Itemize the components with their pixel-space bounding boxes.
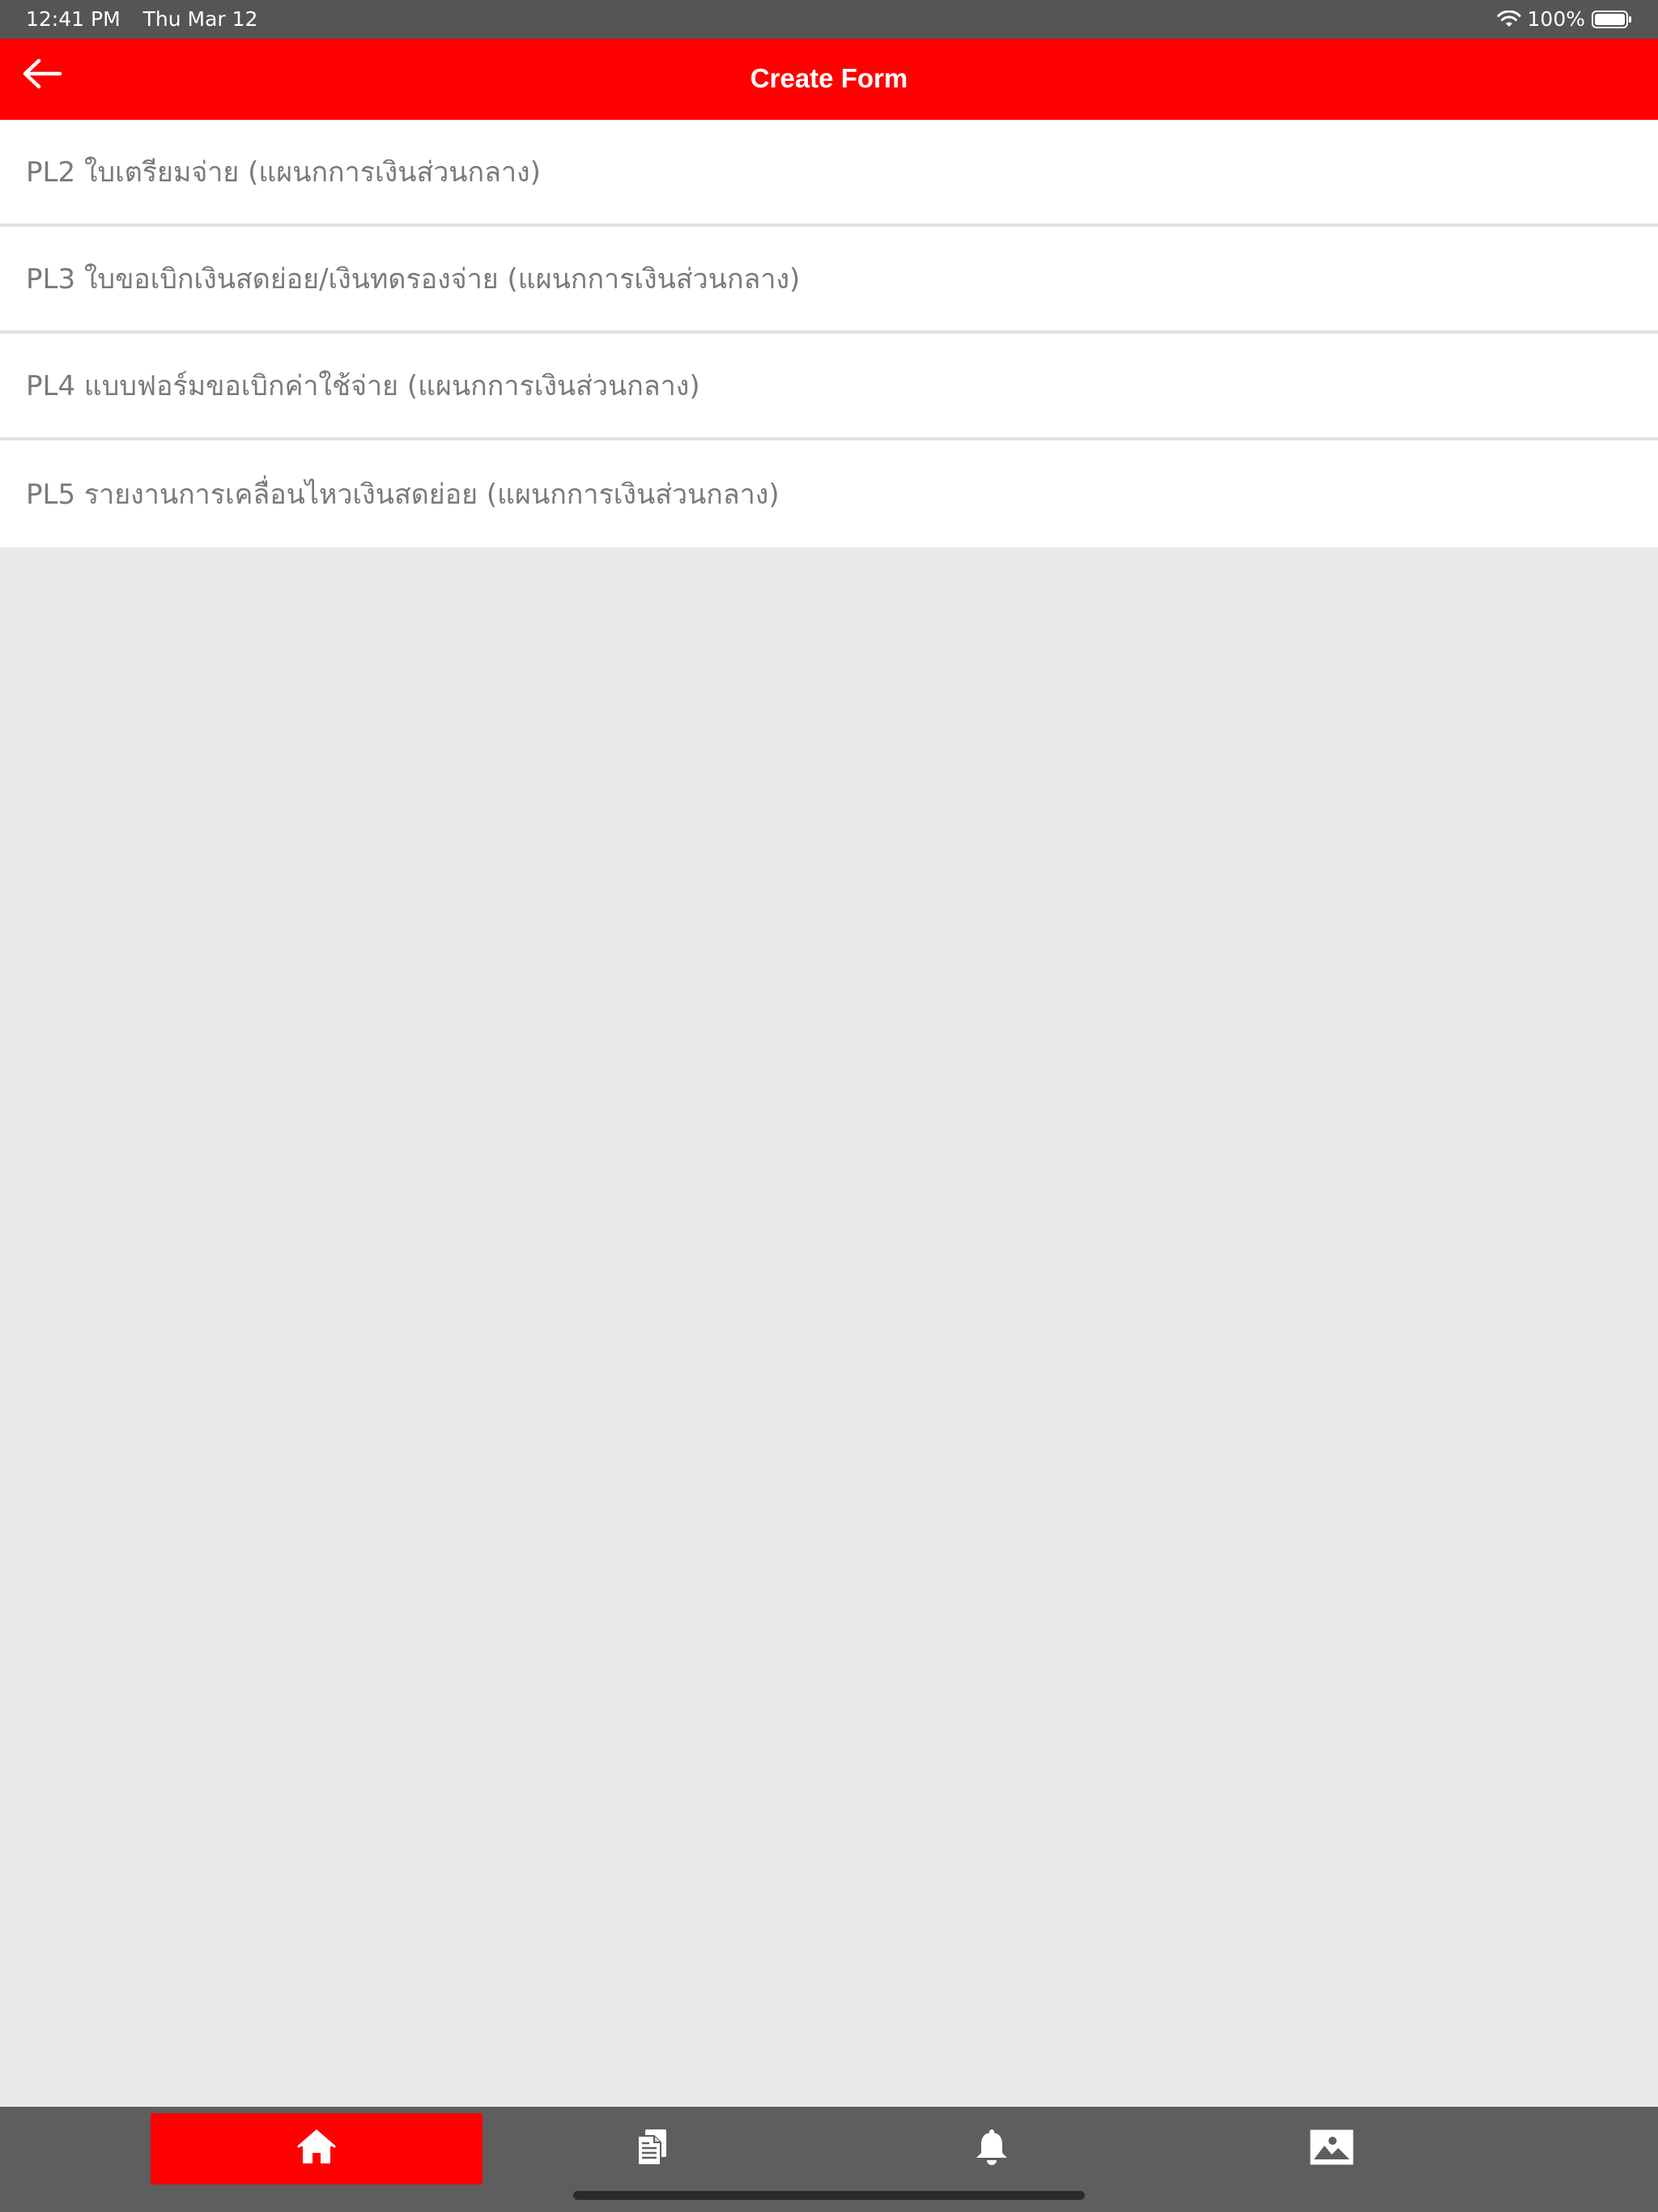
tab-documents[interactable]: [486, 2113, 818, 2184]
status-right: 100%: [1497, 7, 1632, 31]
form-item-label: PL3 ใบขอเบิกเงินสดย่อย/เงินทดรองจ่าย (แผ…: [26, 263, 801, 296]
status-bar: 12:41 PM Thu Mar 12 100%: [0, 0, 1658, 39]
form-item-label: PL5 รายงานการเคลื่อนไหวเงินสดย่อย (แผนกก…: [26, 479, 780, 511]
form-item-label: PL2 ใบเตรียมจ่าย (แผนกการเงินส่วนกลาง): [26, 156, 541, 189]
home-icon: [297, 2129, 336, 2169]
image-icon: [1310, 2129, 1354, 2168]
wifi-icon: [1497, 10, 1521, 28]
status-date: Thu Mar 12: [142, 7, 258, 31]
form-item-pl5[interactable]: PL5 รายงานการเคลื่อนไหวเงินสดย่อย (แผนกก…: [0, 440, 1658, 547]
document-icon: [635, 2128, 669, 2170]
status-left: 12:41 PM Thu Mar 12: [26, 7, 274, 31]
form-item-pl4[interactable]: PL4 แบบฟอร์มขอเบิกค่าใช้จ่าย (แผนกการเงิ…: [0, 334, 1658, 440]
form-list: PL2 ใบเตรียมจ่าย (แผนกการเงินส่วนกลาง) P…: [0, 120, 1658, 547]
tab-notifications[interactable]: [826, 2113, 1158, 2184]
battery-percent: 100%: [1527, 7, 1585, 31]
tab-gallery[interactable]: [1166, 2113, 1498, 2184]
form-item-pl2[interactable]: PL2 ใบเตรียมจ่าย (แผนกการเงินส่วนกลาง): [0, 120, 1658, 227]
page-title: Create Form: [750, 63, 908, 93]
home-indicator: [573, 2191, 1085, 2200]
nav-bar: Create Form: [0, 39, 1658, 120]
tab-home[interactable]: [151, 2113, 483, 2184]
form-item-pl3[interactable]: PL3 ใบขอเบิกเงินสดย่อย/เงินทดรองจ่าย (แผ…: [0, 227, 1658, 334]
status-time: 12:41 PM: [26, 7, 121, 31]
form-item-label: PL4 แบบฟอร์มขอเบิกค่าใช้จ่าย (แผนกการเงิ…: [26, 370, 700, 402]
bell-icon: [974, 2129, 1010, 2169]
battery-icon: [1592, 10, 1632, 29]
